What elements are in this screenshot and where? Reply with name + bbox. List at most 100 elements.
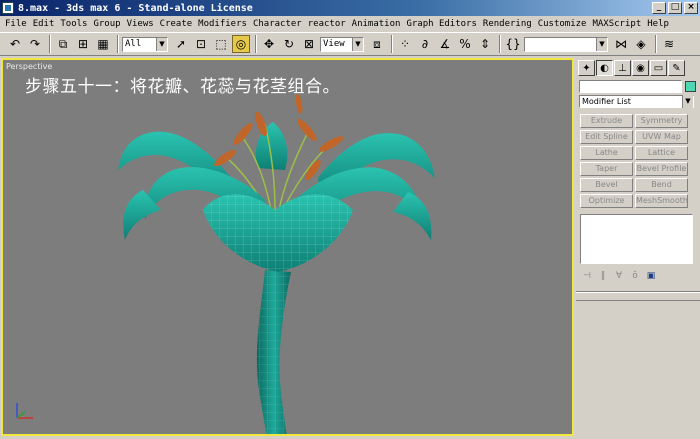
lattice-button[interactable]: Lattice — [635, 146, 688, 160]
utilities-tab-icon[interactable]: ✎ — [668, 60, 685, 76]
mirror-icon[interactable]: ⋈ — [612, 35, 630, 53]
modifier-list-dropdown[interactable]: Modifier List ▼ — [579, 95, 694, 108]
object-color-swatch[interactable] — [685, 81, 696, 92]
toolbar-separator — [655, 35, 657, 53]
menu-character[interactable]: Character — [250, 19, 305, 29]
optimize-button[interactable]: Optimize — [580, 194, 633, 208]
reference-coordinate-dropdown[interactable]: View ▼ — [320, 36, 364, 52]
create-tab-icon[interactable]: ✦ — [578, 60, 595, 76]
perspective-viewport[interactable]: Perspective 步骤五十一：将花瓣、花蕊与花茎组合。 — [1, 58, 574, 436]
modifier-stack-view[interactable] — [580, 214, 693, 264]
menu-views[interactable]: Views — [124, 19, 157, 29]
toolbar-separator — [391, 35, 393, 53]
unlink-icon[interactable]: ⊞ — [74, 35, 92, 53]
menu-help[interactable]: Help — [644, 19, 672, 29]
rollout-area — [576, 300, 700, 439]
panel-divider — [576, 291, 700, 293]
chevron-down-icon: ▼ — [682, 95, 693, 108]
menu-maxscript[interactable]: MAXScript — [589, 19, 644, 29]
snap-toggle-icon[interactable]: ∂ — [416, 35, 434, 53]
edit-spline-button[interactable]: Edit Spline — [580, 130, 633, 144]
layer-manager-icon[interactable]: ≋ — [660, 35, 678, 53]
display-tab-icon[interactable]: ▭ — [650, 60, 667, 76]
motion-tab-icon[interactable]: ◉ — [632, 60, 649, 76]
uvw-map-button[interactable]: UVW Map — [635, 130, 688, 144]
window-crossing-icon[interactable]: ◎ — [232, 35, 250, 53]
axis-tripod-icon — [16, 403, 33, 419]
rectangular-selection-icon[interactable]: ⬚ — [212, 35, 230, 53]
bind-space-warp-icon[interactable]: ▦ — [94, 35, 112, 53]
bend-button[interactable]: Bend — [635, 178, 688, 192]
selection-filter-value: All — [125, 39, 142, 49]
stack-tools: ⊣ ‖ ∀ ŏ ▣ — [580, 270, 696, 283]
menu-edit[interactable]: Edit — [30, 19, 58, 29]
command-panel: ✦ ◐ ⊥ ◉ ▭ ✎ Modifier List ▼ Extrude Symm… — [576, 58, 700, 439]
extrude-button[interactable]: Extrude — [580, 114, 633, 128]
object-name-row — [579, 80, 697, 93]
toolbar-separator — [49, 35, 51, 53]
symmetry-button[interactable]: Symmetry — [635, 114, 688, 128]
flower-model — [118, 94, 435, 434]
menu-rendering[interactable]: Rendering — [480, 19, 535, 29]
command-panel-tabs: ✦ ◐ ⊥ ◉ ▭ ✎ — [576, 58, 700, 76]
menu-customize[interactable]: Customize — [535, 19, 590, 29]
select-object-icon[interactable]: ➚ — [172, 35, 190, 53]
meshsmooth-button[interactable]: MeshSmooth — [635, 194, 688, 208]
chevron-down-icon: ▼ — [156, 37, 167, 51]
main-toolbar: ↶ ↷ ⧉ ⊞ ▦ All ▼ ➚ ⊡ ⬚ ◎ ✥ ↻ ⊠ View ▼ ⧈ ⁘… — [0, 32, 700, 56]
named-selection-dropdown[interactable]: ▼ — [524, 36, 608, 52]
scale-icon[interactable]: ⊠ — [300, 35, 318, 53]
menu-reactor[interactable]: reactor — [305, 19, 349, 29]
rotate-icon[interactable]: ↻ — [280, 35, 298, 53]
lathe-button[interactable]: Lathe — [580, 146, 633, 160]
menu-group[interactable]: Group — [90, 19, 123, 29]
toolbar-separator — [255, 35, 257, 53]
window-title: 8.max - 3ds max 6 - Stand-alone License — [18, 2, 253, 14]
chevron-down-icon: ▼ — [352, 37, 363, 51]
window-controls: _ □ × — [652, 2, 698, 14]
select-by-name-icon[interactable]: ⊡ — [192, 35, 210, 53]
pin-stack-icon[interactable]: ⊣ — [580, 270, 594, 283]
menu-file[interactable]: File — [2, 19, 30, 29]
pivot-center-icon[interactable]: ⧈ — [368, 35, 386, 53]
menu-create[interactable]: Create — [157, 19, 196, 29]
menu-bar: File Edit Tools Group Views Create Modif… — [0, 16, 700, 32]
close-button[interactable]: × — [684, 2, 698, 14]
chevron-down-icon: ▼ — [596, 37, 607, 51]
reference-coordinate-value: View — [323, 39, 345, 49]
menu-tools[interactable]: Tools — [57, 19, 90, 29]
modify-tab-icon[interactable]: ◐ — [596, 60, 613, 76]
bevel-button[interactable]: Bevel — [580, 178, 633, 192]
selection-filter-dropdown[interactable]: All ▼ — [122, 36, 168, 52]
minimize-button[interactable]: _ — [652, 2, 666, 14]
move-icon[interactable]: ✥ — [260, 35, 278, 53]
menu-animation[interactable]: Animation — [349, 19, 404, 29]
spinner-snap-icon[interactable]: ⇕ — [476, 35, 494, 53]
configure-modifier-sets-icon[interactable]: ▣ — [644, 270, 658, 283]
object-name-field[interactable] — [579, 80, 682, 93]
show-end-result-icon[interactable]: ‖ — [596, 270, 610, 283]
angle-snap-icon[interactable]: ∡ — [436, 35, 454, 53]
hierarchy-tab-icon[interactable]: ⊥ — [614, 60, 631, 76]
remove-modifier-icon[interactable]: ŏ — [628, 270, 642, 283]
modifier-button-grid: Extrude Symmetry Edit Spline UVW Map Lat… — [580, 114, 696, 208]
bevel-profile-button[interactable]: Bevel Profile — [635, 162, 688, 176]
align-icon[interactable]: ◈ — [632, 35, 650, 53]
redo-icon[interactable]: ↷ — [26, 35, 44, 53]
undo-icon[interactable]: ↶ — [6, 35, 24, 53]
toolbar-separator — [499, 35, 501, 53]
taper-button[interactable]: Taper — [580, 162, 633, 176]
app-icon — [2, 2, 14, 14]
menu-modifiers[interactable]: Modifiers — [195, 19, 250, 29]
flower-stem — [256, 270, 291, 434]
modifier-list-label: Modifier List — [582, 97, 631, 106]
manipulate-icon[interactable]: ⁘ — [396, 35, 414, 53]
percent-snap-icon[interactable]: % — [456, 35, 474, 53]
edit-named-selections-icon[interactable]: {} — [504, 35, 522, 53]
menu-graph-editors[interactable]: Graph Editors — [403, 19, 479, 29]
make-unique-icon[interactable]: ∀ — [612, 270, 626, 283]
link-icon[interactable]: ⧉ — [54, 35, 72, 53]
title-bar: 8.max - 3ds max 6 - Stand-alone License … — [0, 0, 700, 16]
flower-petals-front — [123, 167, 432, 272]
maximize-button[interactable]: □ — [668, 2, 682, 14]
